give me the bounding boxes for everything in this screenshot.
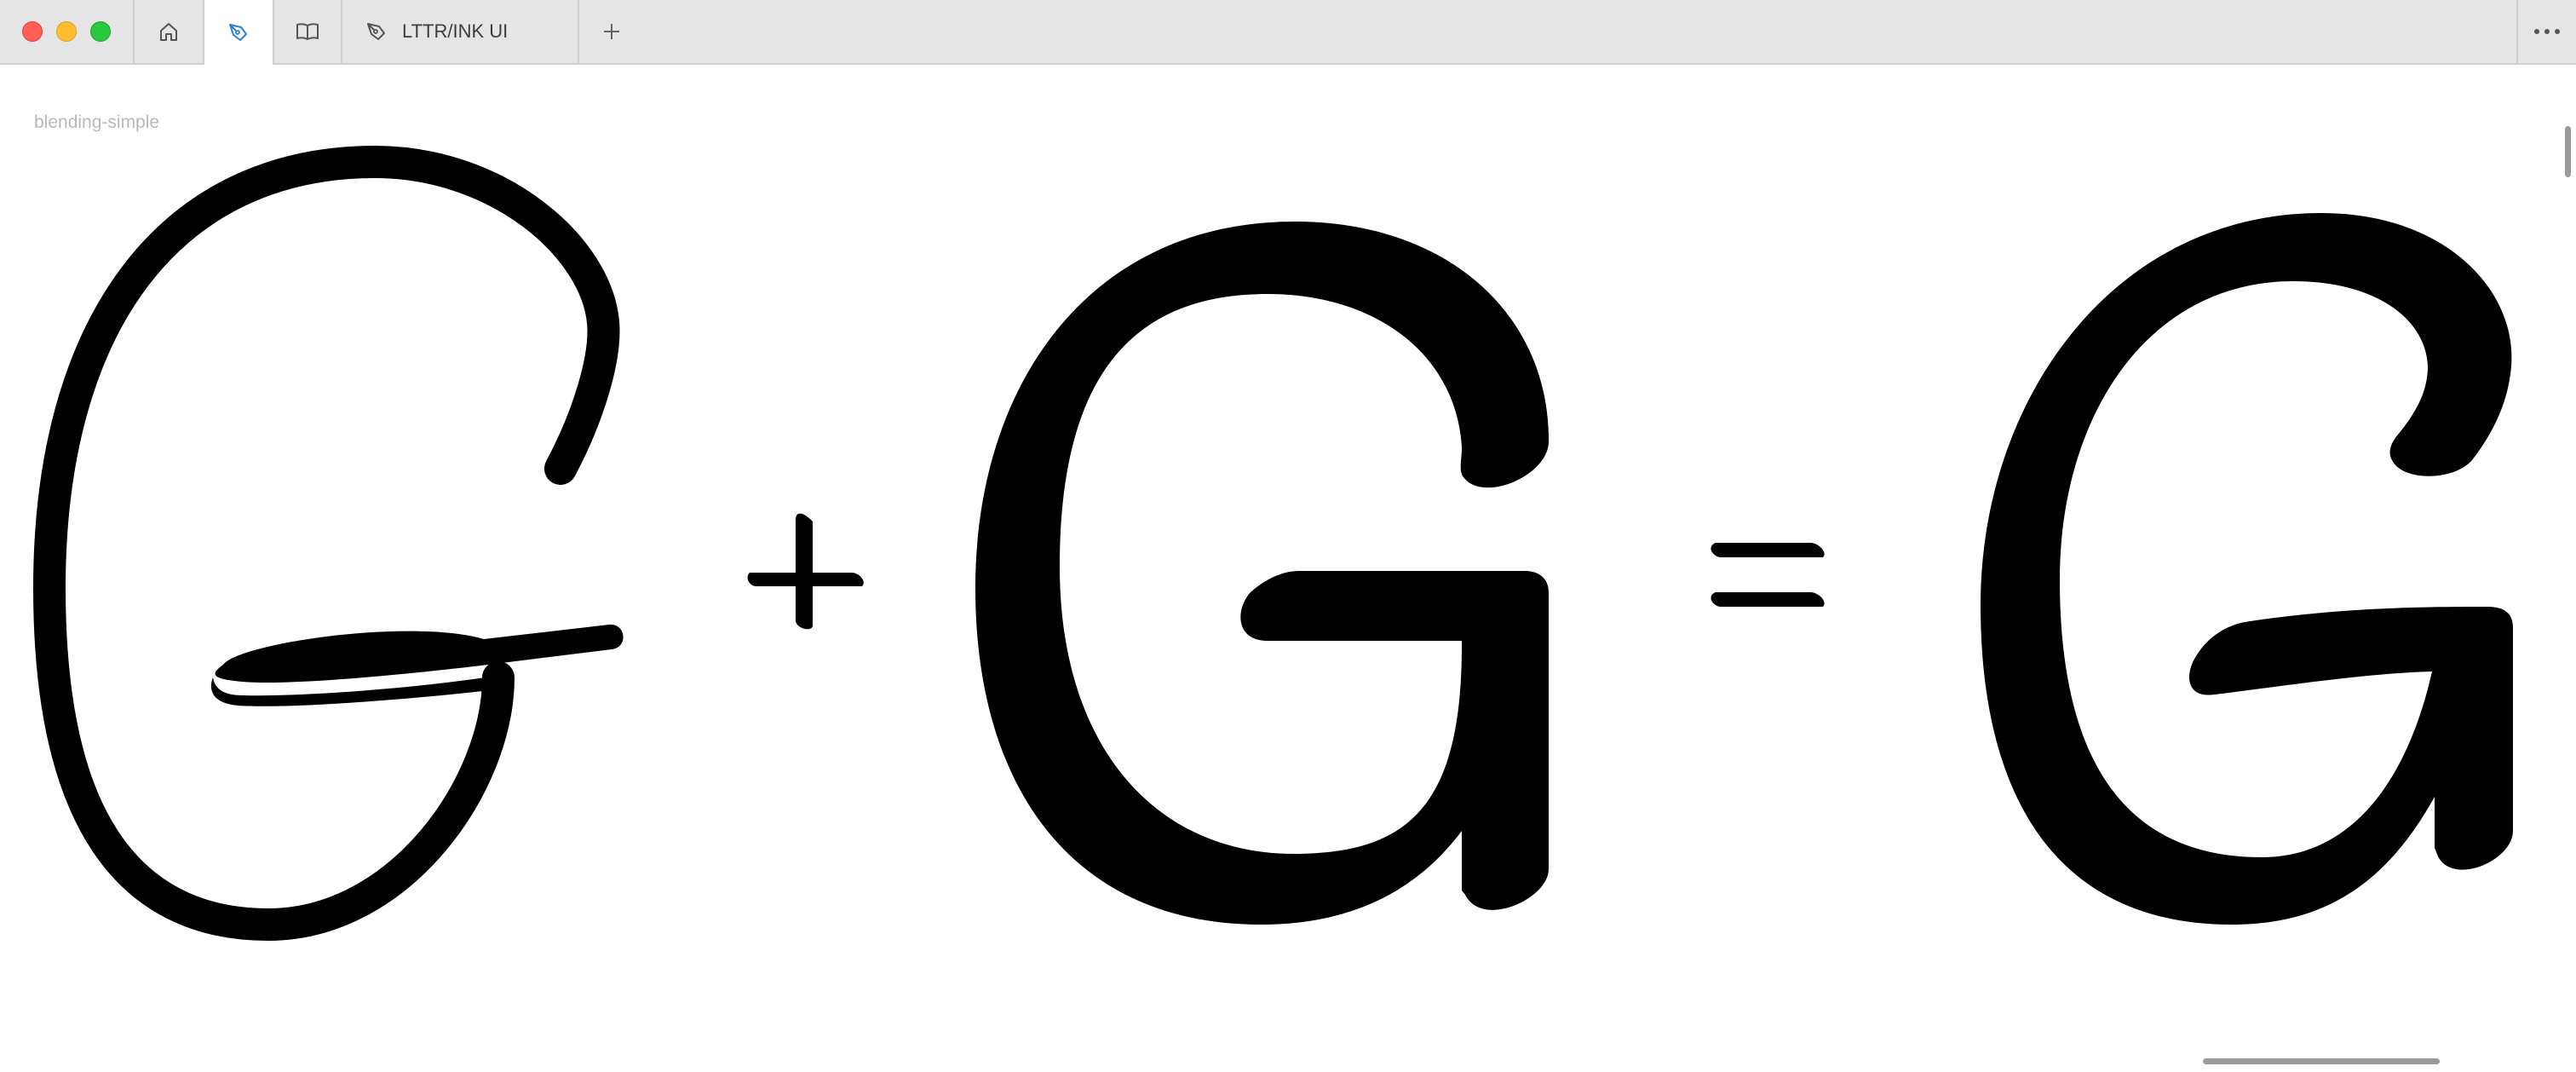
tab-document[interactable]: LTTR/INK UI [341, 0, 579, 63]
plus-operator [747, 513, 864, 630]
bold-g-glyph[interactable] [975, 222, 1550, 925]
glyph-canvas[interactable] [0, 66, 2576, 1072]
more-options-button[interactable] [2516, 0, 2576, 63]
book-icon [295, 20, 320, 43]
vertical-scrollbar[interactable] [2565, 126, 2571, 177]
home-icon [157, 20, 181, 43]
tab-bar: LTTR/INK UI [0, 0, 2576, 65]
tab-editor[interactable] [203, 0, 273, 65]
close-window-button[interactable] [22, 21, 43, 42]
pen-nib-icon [227, 20, 250, 44]
new-tab-button[interactable] [588, 0, 635, 63]
maximize-window-button[interactable] [90, 21, 111, 42]
equals-operator [1711, 543, 1825, 607]
tab-library[interactable] [273, 0, 341, 63]
script-g-glyph[interactable] [32, 145, 624, 942]
blended-g-glyph[interactable] [1981, 213, 2513, 925]
tab-document-label: LTTR/INK UI [402, 20, 509, 42]
pen-nib-icon [365, 20, 388, 43]
minimize-window-button[interactable] [56, 21, 77, 42]
tab-home[interactable] [133, 0, 203, 63]
plus-icon [601, 21, 622, 42]
app-window: LTTR/INK UI blending-simple [0, 0, 2576, 1072]
ellipsis-icon [2533, 27, 2562, 36]
horizontal-scrollbar[interactable] [2203, 1058, 2440, 1064]
